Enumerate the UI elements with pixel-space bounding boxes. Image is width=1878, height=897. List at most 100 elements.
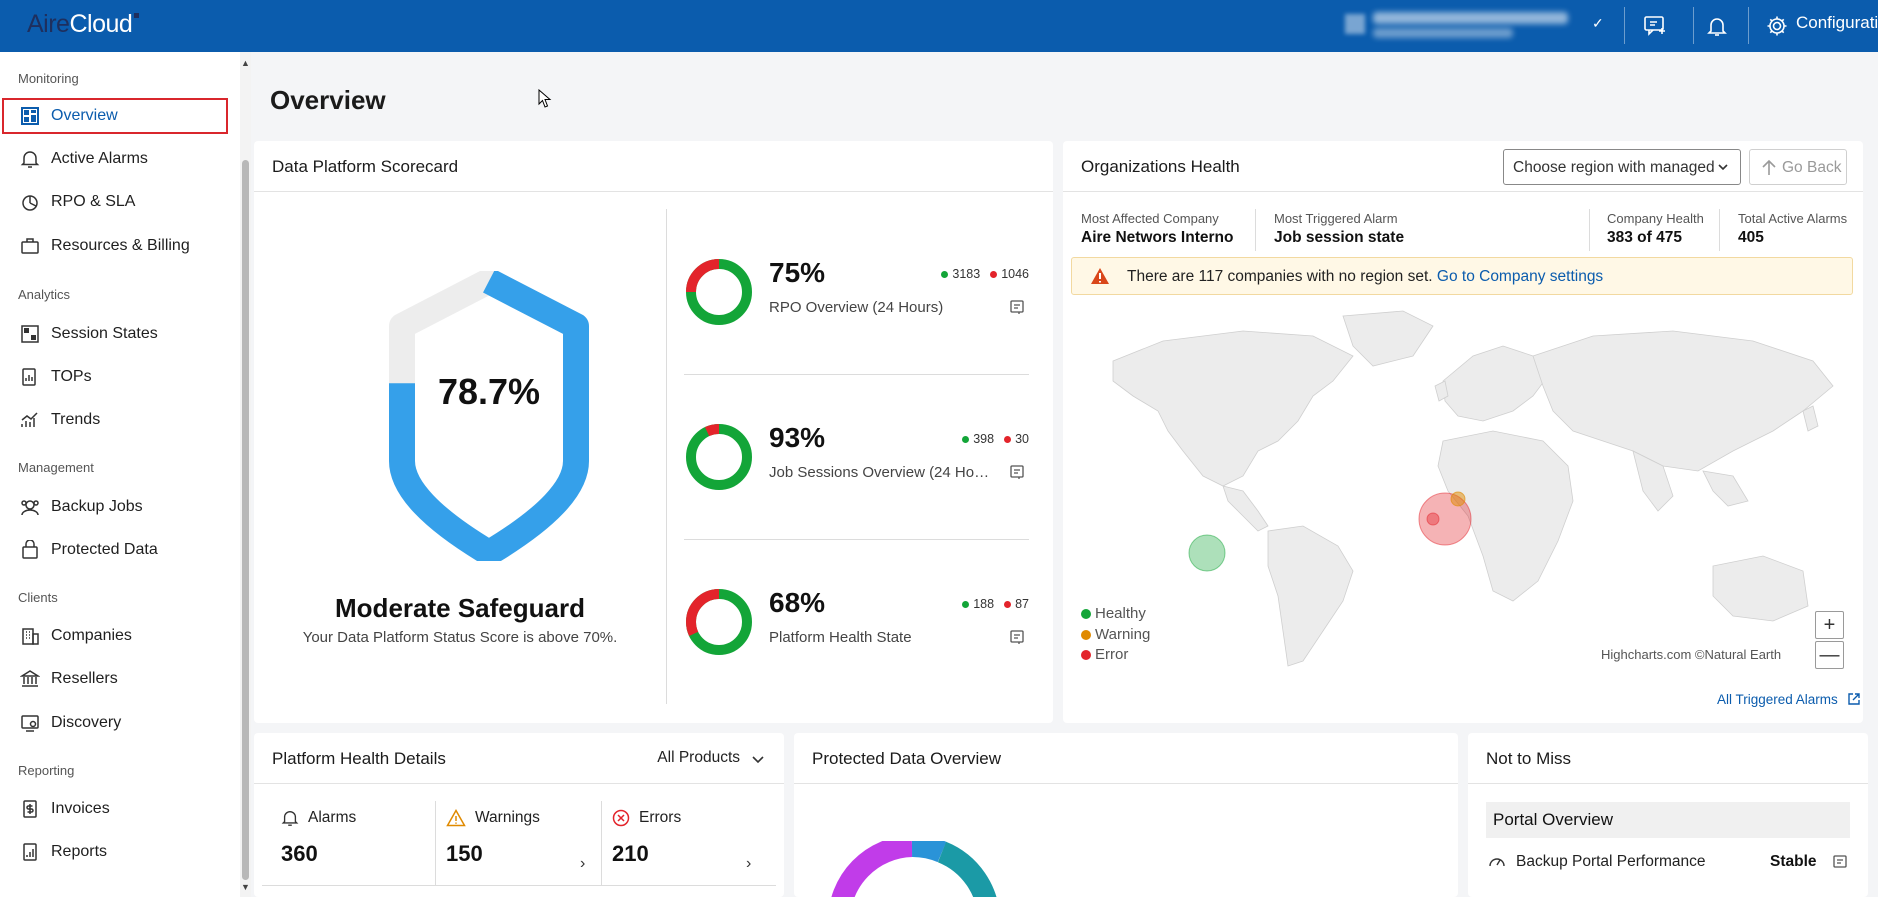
sidebar-item-reports[interactable]: Reports (2, 834, 228, 870)
sidebar-item-label: Companies (51, 627, 132, 644)
map-credits[interactable]: Highcharts.com ©Natural Earth (1601, 647, 1781, 662)
sidebar-item-session-states[interactable]: Session States (2, 316, 228, 352)
chevron-right-icon[interactable]: › (580, 855, 585, 873)
portal-overview-header: Portal Overview (1486, 802, 1850, 838)
sidebar-item-resellers[interactable]: Resellers (2, 661, 228, 697)
sidebar-item-label: Active Alarms (51, 150, 148, 167)
products-filter-dropdown[interactable]: All Products (657, 749, 766, 767)
logo[interactable]: AireCloud (27, 10, 140, 39)
sidebar-section-management: Management (18, 460, 94, 475)
warnings-stat[interactable]: Warnings 150 › (446, 809, 592, 881)
page-title: Overview (270, 85, 386, 115)
sidebar-item-companies[interactable]: Companies (2, 618, 228, 654)
details-icon[interactable] (1009, 299, 1025, 315)
card-title: Not to Miss (1486, 749, 1572, 768)
metric-platform-health[interactable]: 68% Platform Health State 188 87 (684, 587, 1029, 697)
company-settings-link[interactable]: Go to Company settings (1437, 268, 1603, 285)
sidebar-item-label: Discovery (51, 714, 122, 731)
donut-chart (686, 589, 752, 655)
states-icon (21, 325, 39, 343)
all-triggered-alarms-link[interactable]: All Triggered Alarms (1717, 692, 1861, 707)
briefcase-icon (21, 238, 39, 254)
error-circle-icon (612, 809, 630, 827)
warning-icon (1091, 268, 1109, 284)
sidebar-item-label: TOPs (51, 368, 92, 385)
status-title: Moderate Safeguard (335, 593, 585, 623)
pie-icon (22, 195, 38, 211)
world-map[interactable] (1073, 301, 1858, 681)
grid-icon (21, 107, 39, 125)
ok-count: 3183 (952, 267, 981, 281)
zoom-in-button[interactable]: + (1815, 611, 1844, 639)
gear-icon[interactable] (1763, 12, 1791, 40)
sidebar-item-resources-billing[interactable]: Resources & Billing (2, 228, 228, 264)
metric-job-sessions[interactable]: 93% Job Sessions Overview (24 Hours) 398… (684, 422, 1029, 532)
sidebar-item-backup-jobs[interactable]: Backup Jobs (2, 489, 228, 525)
alarms-stat[interactable]: Alarms 360 (281, 809, 356, 881)
chevron-down-icon (752, 756, 764, 764)
sidebar-item-label: Trends (51, 411, 101, 428)
report-icon (23, 843, 37, 861)
scroll-up-arrow-icon[interactable]: ▲ (241, 58, 250, 68)
healthy-bubble (1188, 534, 1226, 572)
metric-percent: 68% (769, 587, 826, 618)
stat-most-triggered-alarm: Most Triggered Alarm Job session state (1274, 211, 1405, 246)
user-icon (1345, 14, 1365, 34)
legend-error[interactable]: Error (1081, 646, 1128, 663)
sidebar-item-label: Session States (51, 325, 158, 342)
user-account-selector[interactable]: ✓ (1345, 10, 1604, 42)
chevron-right-icon[interactable]: › (746, 855, 751, 873)
score-shield (389, 271, 589, 561)
building-icon (22, 628, 39, 645)
protected-data-donut (831, 841, 997, 897)
sidebar-scrollbar[interactable]: ▲ ▼ (240, 52, 251, 897)
discovery-icon (21, 715, 39, 732)
configuration-menu[interactable]: Configuratio (1796, 13, 1878, 33)
sidebar-item-overview[interactable]: Overview (2, 98, 228, 134)
details-icon[interactable] (1832, 854, 1848, 870)
chat-add-icon[interactable] (1641, 12, 1669, 40)
notifications-bell-icon[interactable] (1703, 12, 1731, 40)
sidebar-item-label: Reports (51, 843, 108, 860)
sidebar-item-protected-data[interactable]: Protected Data (2, 532, 228, 568)
sidebar-section-clients: Clients (18, 590, 58, 605)
sidebar-item-invoices[interactable]: Invoices (2, 791, 228, 827)
external-link-icon (1847, 693, 1860, 705)
sidebar-item-discovery[interactable]: Discovery (2, 705, 228, 741)
details-icon[interactable] (1009, 464, 1025, 480)
invoice-icon (23, 800, 37, 818)
error-count: 87 (1015, 597, 1029, 611)
platform-health-details-card: Platform Health Details All Products Ala… (254, 733, 784, 897)
legend-warning[interactable]: Warning (1081, 626, 1150, 643)
metric-percent: 93% (769, 422, 826, 453)
sidebar-section-reporting: Reporting (18, 763, 75, 778)
zoom-out-button[interactable]: — (1815, 641, 1844, 669)
go-back-button[interactable]: Go Back (1749, 149, 1847, 185)
sidebar-item-label: Protected Data (51, 541, 158, 558)
card-title: Data Platform Scorecard (272, 157, 459, 176)
stat-company-health: Company Health 383 of 475 (1607, 211, 1704, 246)
scrollbar-thumb[interactable] (242, 160, 249, 880)
ok-count: 188 (973, 597, 995, 611)
sidebar-item-rpo-sla[interactable]: RPO & SLA (2, 184, 228, 220)
sidebar-item-active-alarms[interactable]: Active Alarms (2, 141, 228, 177)
region-warning-banner: There are 117 companies with no region s… (1071, 257, 1853, 295)
legend-healthy[interactable]: Healthy (1081, 605, 1146, 622)
sidebar-section-analytics: Analytics (18, 287, 71, 302)
warning-triangle-icon (446, 809, 466, 827)
donut-chart (686, 259, 752, 325)
sidebar-item-trends[interactable]: Trends (2, 402, 228, 438)
sidebar-item-tops[interactable]: TOPs (2, 359, 228, 395)
backup-jobs-icon (21, 500, 39, 516)
region-select[interactable]: Choose region with managed (1503, 149, 1741, 185)
speedometer-icon (1489, 858, 1505, 867)
scroll-down-arrow-icon[interactable]: ▼ (241, 882, 250, 892)
metric-label: Job Sessions Overview (24 Hours) (769, 464, 994, 481)
tops-icon (22, 368, 36, 386)
card-title: Organizations Health (1081, 157, 1240, 176)
score-value: 78.7% (437, 371, 541, 412)
not-to-miss-card: Not to Miss Portal Overview Backup Porta… (1468, 733, 1868, 897)
metric-rpo-overview[interactable]: 75% RPO Overview (24 Hours) 3183 1046 (684, 257, 1029, 367)
errors-stat[interactable]: Errors 210 › (612, 809, 758, 881)
details-icon[interactable] (1009, 629, 1025, 645)
